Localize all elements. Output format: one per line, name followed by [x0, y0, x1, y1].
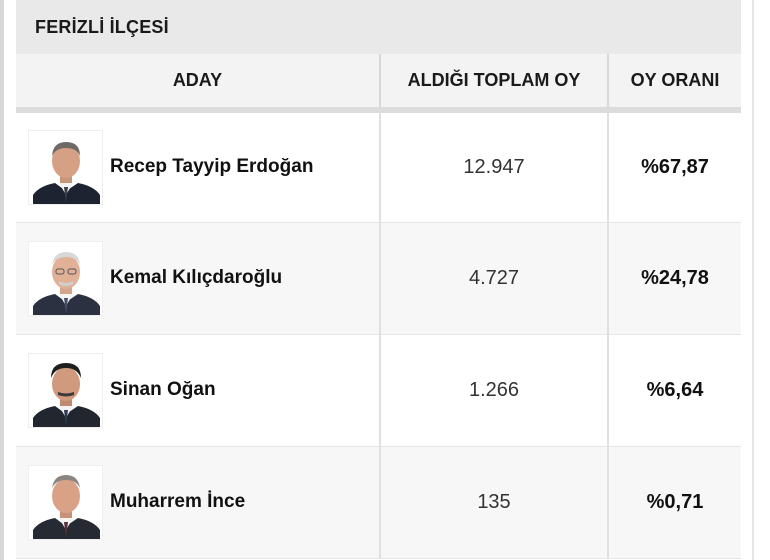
vote-rate: %24,78 [608, 222, 741, 335]
header-candidate: ADAY [16, 54, 381, 113]
vote-count: 1.266 [380, 334, 609, 447]
candidate-cell: Muharrem İnce [16, 446, 381, 559]
candidate-name: Recep Tayyip Erdoğan [110, 156, 314, 178]
vote-rate: %67,87 [608, 110, 741, 223]
table-row: Muharrem İnce 135 %0,71 [16, 446, 741, 559]
vote-rate: %0,71 [608, 446, 741, 559]
table-row: Sinan Oğan 1.266 %6,64 [16, 334, 741, 447]
candidate-name: Kemal Kılıçdaroğlu [110, 267, 283, 288]
results-panel: FERİZLİ İLÇESİ ADAY ALDIĞI TOPLAM OY OY … [16, 0, 741, 559]
candidate-cell: Kemal Kılıçdaroğlu [16, 222, 381, 335]
candidate-name: Sinan Oğan [110, 379, 216, 400]
left-border [0, 0, 4, 560]
vote-count: 12.947 [380, 110, 609, 223]
candidate-photo [28, 352, 103, 428]
results-table: ADAY ALDIĞI TOPLAM OY OY ORANI Recep Tay… [16, 54, 741, 559]
table-header-row: ADAY ALDIĞI TOPLAM OY OY ORANI [16, 54, 741, 113]
vote-count: 135 [380, 446, 609, 559]
candidate-name: Muharrem İnce [110, 491, 246, 512]
header-votes: ALDIĞI TOPLAM OY [380, 54, 609, 113]
header-rate: OY ORANI [608, 54, 741, 113]
vote-count: 4.727 [380, 222, 609, 335]
candidate-cell: Sinan Oğan [16, 334, 381, 447]
candidate-cell: Recep Tayyip Erdoğan [16, 110, 381, 223]
candidate-photo [28, 464, 103, 540]
vote-rate: %6,64 [608, 334, 741, 447]
table-row: Kemal Kılıçdaroğlu 4.727 %24,78 [16, 222, 741, 335]
candidate-photo [28, 129, 103, 205]
right-border [752, 0, 754, 560]
table-row: Recep Tayyip Erdoğan 12.947 %67,87 [16, 110, 741, 223]
district-title: FERİZLİ İLÇESİ [16, 0, 741, 54]
candidate-photo [28, 240, 103, 316]
